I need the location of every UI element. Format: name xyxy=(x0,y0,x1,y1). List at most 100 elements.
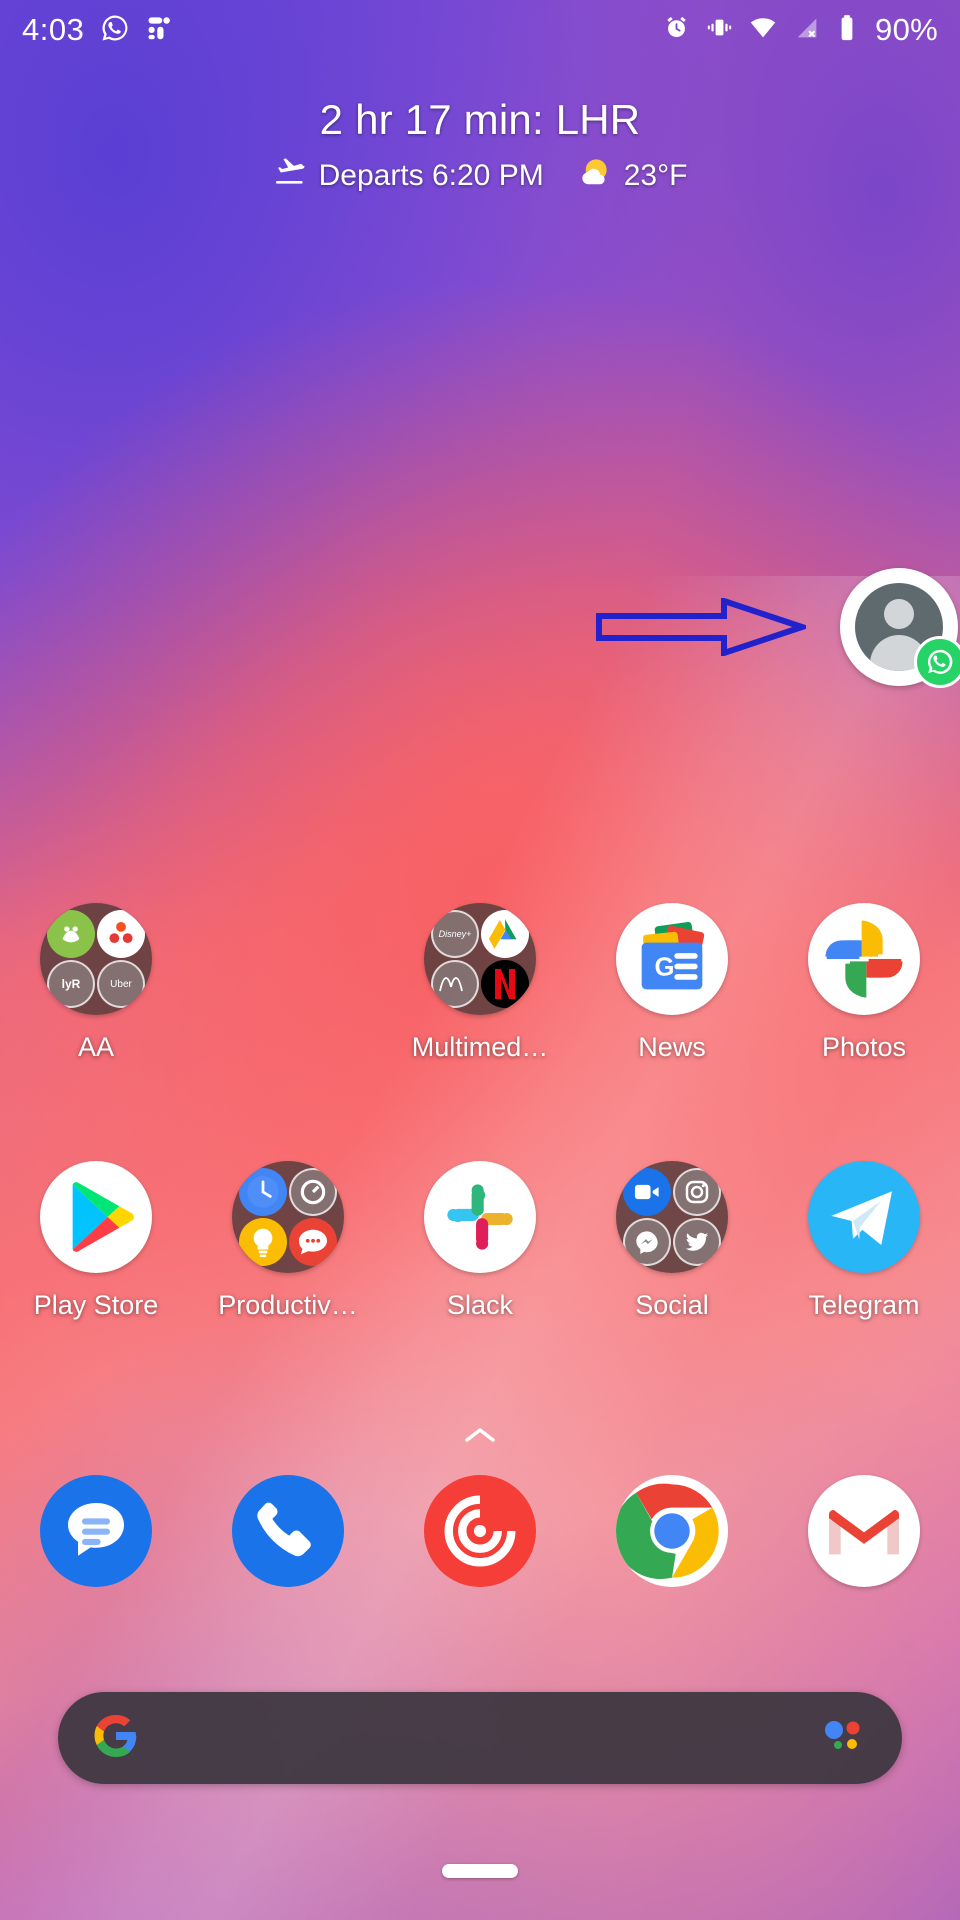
folder-preview: lyR Uber xyxy=(40,903,152,1015)
avatar-head xyxy=(884,599,914,629)
glance-title: 2 hr 17 min: LHR xyxy=(320,96,641,144)
folder-item-icon xyxy=(431,960,479,1008)
home-app-row-1: lyR Uber AA Disney+ xyxy=(0,900,960,1063)
svg-text:G: G xyxy=(655,953,675,981)
icon-bg xyxy=(808,1161,920,1273)
partly-sunny-icon xyxy=(576,156,612,196)
app-google-news[interactable]: G News xyxy=(576,900,768,1063)
dock-item-phone[interactable] xyxy=(192,1472,384,1590)
folder-item-icon xyxy=(481,960,529,1008)
icon-bg xyxy=(40,1475,152,1587)
whatsapp-badge-icon xyxy=(914,636,960,688)
app-label: Play Store xyxy=(34,1290,159,1321)
icon-bg xyxy=(808,903,920,1015)
app-play-store[interactable]: Play Store xyxy=(0,1158,192,1321)
folder-item-icon xyxy=(289,1168,337,1216)
folder-item-icon xyxy=(239,1218,287,1266)
app-slack[interactable]: Slack xyxy=(384,1158,576,1321)
google-fi-icon xyxy=(146,13,176,48)
app-label: Productiv… xyxy=(218,1290,358,1321)
gmail-icon xyxy=(805,1472,923,1590)
folder-item-icon xyxy=(47,910,95,958)
pocket-casts-icon xyxy=(421,1472,539,1590)
app-telegram[interactable]: Telegram xyxy=(768,1158,960,1321)
google-photos-icon xyxy=(805,900,923,1018)
vibrate-icon xyxy=(706,14,733,46)
folder-item-icon xyxy=(673,1168,721,1216)
folder-preview: Disney+ xyxy=(424,903,536,1015)
app-label: AA xyxy=(78,1032,114,1063)
alarm-icon xyxy=(663,14,690,46)
folder-item-icon xyxy=(623,1168,671,1216)
dock-item-chrome[interactable] xyxy=(576,1472,768,1590)
messages-icon xyxy=(37,1472,155,1590)
android-home-screen: 4:03 xyxy=(0,0,960,1920)
folder-item-icon xyxy=(239,1168,287,1216)
icon-bg xyxy=(232,1475,344,1587)
app-label: News xyxy=(638,1032,706,1063)
wifi-icon xyxy=(749,14,777,47)
whatsapp-icon xyxy=(100,13,130,48)
app-folder-multimedia[interactable]: Disney+ Multimed… xyxy=(384,900,576,1063)
flight-takeoff-icon xyxy=(273,158,307,194)
folder-preview xyxy=(232,1161,344,1273)
app-label: Telegram xyxy=(808,1290,919,1321)
contact-shortcut[interactable] xyxy=(840,568,958,686)
folder-icon-productivity xyxy=(229,1158,347,1276)
glance-subtitle: Departs 6:20 PM 23°F xyxy=(273,156,688,196)
app-folder-aa[interactable]: lyR Uber AA xyxy=(0,900,192,1063)
dock xyxy=(0,1472,960,1590)
google-search-bar[interactable] xyxy=(58,1692,902,1784)
icon-bg xyxy=(424,1161,536,1273)
chevron-up-icon xyxy=(462,1424,498,1451)
telegram-icon xyxy=(805,1158,923,1276)
app-label: Social xyxy=(635,1290,709,1321)
icon-bg xyxy=(424,1475,536,1587)
annotation-arrow-right-icon xyxy=(596,598,806,656)
icon-bg xyxy=(40,1161,152,1273)
folder-icon-aa: lyR Uber xyxy=(37,900,155,1018)
folder-item-icon xyxy=(289,1218,337,1266)
folder-item-icon xyxy=(97,910,145,958)
dock-item-gmail[interactable] xyxy=(768,1472,960,1590)
battery-icon xyxy=(837,14,857,47)
dock-item-pocket-casts[interactable] xyxy=(384,1472,576,1590)
app-folder-social[interactable]: Social xyxy=(576,1158,768,1321)
at-a-glance-widget[interactable]: 2 hr 17 min: LHR Departs 6:20 PM 23°F xyxy=(0,96,960,196)
app-drawer-handle[interactable] xyxy=(0,1424,960,1451)
app-label: Multimed… xyxy=(412,1032,549,1063)
folder-item-icon xyxy=(673,1218,721,1266)
status-clock: 4:03 xyxy=(22,12,84,48)
folder-item-icon: lyR xyxy=(47,960,95,1008)
glance-temperature: 23°F xyxy=(624,159,688,193)
glance-departs-text: Departs 6:20 PM xyxy=(319,159,544,193)
google-assistant-icon[interactable] xyxy=(820,1716,868,1761)
chrome-icon xyxy=(613,1472,731,1590)
status-bar-right: 90% xyxy=(663,12,938,48)
google-news-icon: G xyxy=(613,900,731,1018)
app-label: Slack xyxy=(447,1290,513,1321)
app-folder-productivity[interactable]: Productiv… xyxy=(192,1158,384,1321)
play-store-icon xyxy=(37,1158,155,1276)
status-bar-left: 4:03 xyxy=(22,12,176,48)
icon-bg: G xyxy=(616,903,728,1015)
icon-bg xyxy=(616,1475,728,1587)
cellular-no-signal-icon xyxy=(793,14,821,47)
home-nav-pill[interactable] xyxy=(442,1864,518,1878)
home-app-row-2: Play Store xyxy=(0,1158,960,1321)
phone-icon xyxy=(229,1472,347,1590)
folder-item-icon: Disney+ xyxy=(431,910,479,958)
folder-preview xyxy=(616,1161,728,1273)
app-google-photos[interactable]: Photos xyxy=(768,900,960,1063)
folder-item-icon: Uber xyxy=(97,960,145,1008)
folder-item-icon xyxy=(481,910,529,958)
folder-icon-multimedia: Disney+ xyxy=(421,900,539,1018)
folder-item-icon xyxy=(623,1218,671,1266)
slack-icon xyxy=(421,1158,539,1276)
icon-bg xyxy=(808,1475,920,1587)
battery-percent-label: 90% xyxy=(875,12,938,48)
app-label: Photos xyxy=(822,1032,906,1063)
dock-item-messages[interactable] xyxy=(0,1472,192,1590)
status-bar: 4:03 xyxy=(0,0,960,60)
google-g-icon[interactable] xyxy=(92,1712,140,1765)
